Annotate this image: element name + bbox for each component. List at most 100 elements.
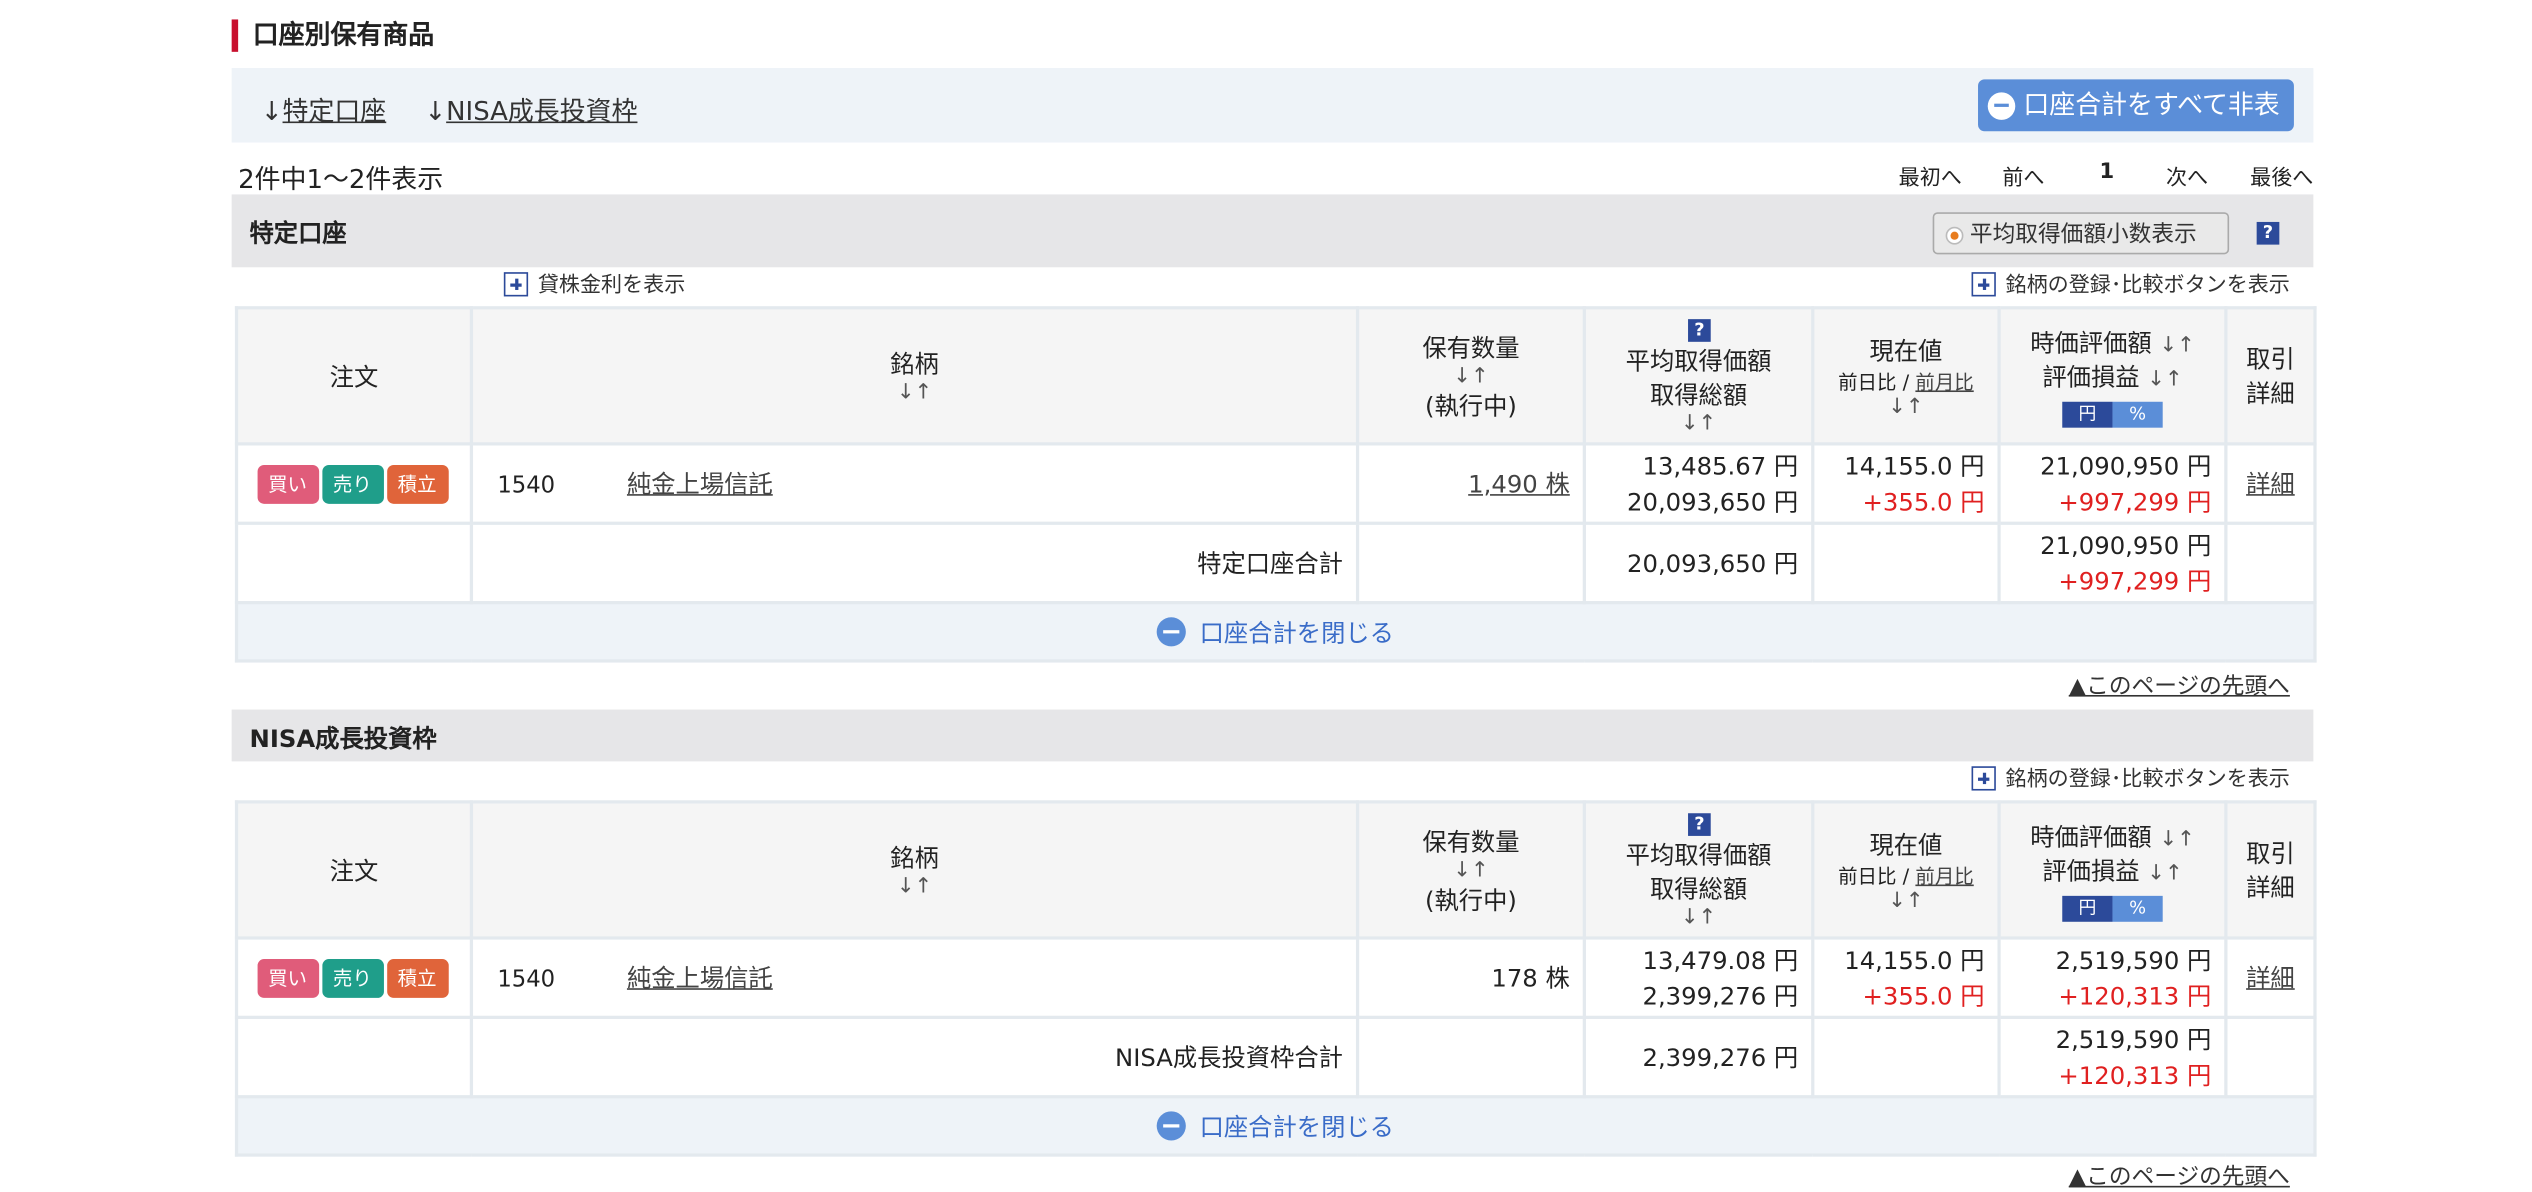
qty-cell: 178 株 [1355, 936, 1586, 1019]
detail-link[interactable]: 詳細 [2246, 964, 2295, 993]
nav-link-tokutei[interactable]: ↓特定口座 [261, 89, 386, 128]
nav-link-nisa-label[interactable]: NISA成長投資枠 [446, 96, 637, 127]
show-compare-buttons-label: 銘柄の登録･比較ボタンを表示 [2005, 273, 2290, 299]
close-total-row: 口座合計を閉じる [234, 601, 2317, 663]
pager-next[interactable]: 次へ [2166, 160, 2208, 191]
avg-price-decimal-label: 平均取得価額小数表示 [1969, 221, 2197, 248]
yen-pct-toggle[interactable]: 円% [2062, 890, 2163, 921]
account-title: 特定口座 [249, 218, 347, 248]
page-top-link[interactable]: ▲このページの先頭へ [2069, 1160, 2290, 1192]
account-header-nisa: NISA成長投資枠 [231, 709, 2314, 762]
result-count: 2件中1～2件表示 [238, 163, 444, 195]
avg-price-decimal-toggle[interactable]: 平均取得価額小数表示 [1932, 212, 2230, 255]
pager-first[interactable]: 最初へ [1899, 160, 1962, 191]
stock-name-link[interactable]: 純金上場信託 [627, 470, 773, 499]
radio-icon [1945, 226, 1964, 245]
show-compare-buttons-link[interactable]: 銘柄の登録･比較ボタンを表示 [1971, 272, 2290, 300]
close-total-row: 口座合計を閉じる [234, 1095, 2317, 1157]
help-icon[interactable]: ? [2256, 221, 2280, 245]
pager-prev[interactable]: 前へ [2002, 160, 2044, 191]
col-header-qty[interactable]: 保有数量 ↓↑ (執行中) [1355, 306, 1586, 446]
table-row: 買い 売り 積立 1540 純金上場信託 178 株 13,479.08 円 2,399… [234, 936, 2317, 1019]
qty-link[interactable]: 1,490 株 [1468, 469, 1570, 498]
account-total-label: NISA成長投資枠合計 [469, 1015, 1360, 1099]
sell-button[interactable]: 売り [321, 958, 384, 998]
plus-icon [503, 272, 529, 297]
order-buttons: 買い 売り 積立 [234, 936, 474, 1019]
sort-icon[interactable]: ↓↑ [2159, 827, 2194, 851]
sort-icon[interactable]: ↓↑ [1359, 364, 1583, 388]
plus-icon [1971, 766, 1996, 791]
day-change: +355.0 円 [1862, 486, 1985, 516]
col-header-market-value[interactable]: 時価評価額 ↓↑ 評価損益 ↓↑ 円% [1997, 800, 2228, 940]
sort-icon[interactable]: ↓↑ [2147, 861, 2182, 885]
holdings-table-nisa: 注文 銘柄 ↓↑ 保有数量 ↓↑ (執行中) ? 平均取得価額 取得総額 ↓↑ 現在値 前日比… [234, 800, 2317, 1157]
table-header-row: 注文 銘柄 ↓↑ 保有数量 ↓↑ (執行中) ? 平均取得価額 取得総額 ↓↑ 現在値 前日比… [234, 306, 2317, 446]
show-compare-buttons-link[interactable]: 銘柄の登録･比較ボタンを表示 [1971, 766, 2290, 794]
minus-circle-icon [1987, 91, 2016, 120]
accumulate-button[interactable]: 積立 [386, 958, 448, 998]
account-total-row: 特定口座合計 20,093,650 円 21,090,950 円 +997,299… [234, 521, 2317, 605]
sort-icon[interactable]: ↓↑ [1359, 858, 1583, 882]
yen-toggle[interactable]: 円 [2062, 400, 2113, 427]
yen-toggle[interactable]: 円 [2062, 895, 2113, 921]
nav-link-tokutei-label[interactable]: 特定口座 [283, 96, 387, 127]
close-total-button[interactable]: 口座合計を閉じる [234, 601, 2317, 663]
yen-pct-toggle[interactable]: 円% [2062, 396, 2163, 427]
sort-icon[interactable]: ↓↑ [1586, 905, 1811, 929]
stock-name-link[interactable]: 純金上場信託 [627, 964, 773, 993]
close-total-label: 口座合計を閉じる [1199, 618, 1395, 648]
detail-cell: 詳細 [2224, 442, 2317, 525]
price-cell: 14,155.0 円 +355.0 円 [1811, 936, 2001, 1019]
detail-link[interactable]: 詳細 [2246, 470, 2295, 499]
close-total-button[interactable]: 口座合計を閉じる [234, 1095, 2317, 1157]
table-header-row: 注文 銘柄 ↓↑ 保有数量 ↓↑ (執行中) ? 平均取得価額 取得総額 ↓↑ 現在値 前日比… [234, 800, 2317, 940]
minus-circle-icon [1157, 616, 1187, 646]
show-lending-rate-link[interactable]: 貸株金利を表示 [503, 272, 686, 300]
order-buttons: 買い 売り 積立 [234, 442, 474, 525]
show-lending-rate-label: 貸株金利を表示 [537, 273, 686, 299]
sort-icon[interactable]: ↓↑ [2147, 367, 2182, 391]
table-row: 買い 売り 積立 1540 純金上場信託 1,490 株 13,485.67 円 20,… [234, 442, 2317, 525]
hide-all-totals-button[interactable]: 口座合計をすべて非表示 [1978, 79, 2294, 172]
accumulate-button[interactable]: 積立 [386, 464, 448, 504]
col-header-qty[interactable]: 保有数量 ↓↑ (執行中) [1355, 800, 1586, 940]
month-change-link[interactable]: 前月比 [1915, 864, 1973, 887]
buy-button[interactable]: 買い [256, 958, 319, 998]
help-icon[interactable]: ? [1688, 318, 1711, 342]
col-header-current-price[interactable]: 現在値 前日比 / 前月比 ↓↑ [1811, 306, 2001, 446]
month-change-link[interactable]: 前月比 [1915, 370, 1973, 393]
col-header-name[interactable]: 銘柄 ↓↑ [469, 800, 1360, 940]
sort-icon[interactable]: ↓↑ [1814, 394, 1997, 418]
col-header-detail: 取引 詳細 [2224, 800, 2317, 940]
pct-toggle[interactable]: % [2112, 895, 2163, 921]
hide-all-totals-label: 口座合計をすべて非表示 [2023, 89, 2280, 172]
current-price: 14,155.0 円 [1844, 945, 1985, 975]
section-title: 口座別保有商品 [231, 19, 434, 52]
col-header-name[interactable]: 銘柄 ↓↑ [469, 306, 1360, 446]
plus-icon [1971, 272, 1996, 297]
nav-link-nisa[interactable]: ↓NISA成長投資枠 [424, 89, 637, 128]
sort-icon[interactable]: ↓↑ [473, 875, 1356, 899]
sell-button[interactable]: 売り [321, 464, 384, 504]
account-title: NISA成長投資枠 [249, 724, 437, 754]
buy-button[interactable]: 買い [256, 464, 319, 504]
col-header-avg-price[interactable]: ? 平均取得価額 取得総額 ↓↑ [1582, 306, 1815, 446]
col-header-avg-price[interactable]: ? 平均取得価額 取得総額 ↓↑ [1582, 800, 1815, 940]
page-top-link[interactable]: ▲このページの先頭へ [2069, 669, 2290, 701]
sort-icon[interactable]: ↓↑ [1586, 411, 1811, 435]
holdings-table-tokutei: 注文 銘柄 ↓↑ 保有数量 ↓↑ (執行中) ? 平均取得価額 取得総額 ↓↑ 現在値 前日比… [234, 306, 2317, 663]
account-nav-bar: ↓特定口座 ↓NISA成長投資枠 口座合計をすべて非表示 [231, 68, 2314, 172]
pnl: +997,299 円 [2058, 486, 2212, 516]
sort-icon[interactable]: ↓↑ [473, 381, 1356, 405]
account-total-label: 特定口座合計 [469, 521, 1360, 605]
col-header-market-value[interactable]: 時価評価額 ↓↑ 評価損益 ↓↑ 円% [1997, 306, 2228, 446]
pager-last[interactable]: 最後へ [2250, 160, 2313, 191]
sort-icon[interactable]: ↓↑ [1814, 889, 1997, 913]
cost-cell: 13,479.08 円 2,399,276 円 [1582, 936, 1815, 1019]
sort-icon[interactable]: ↓↑ [2159, 333, 2194, 357]
account-total-pnl: +120,313 円 [2058, 1060, 2212, 1090]
help-icon[interactable]: ? [1688, 812, 1711, 836]
col-header-current-price[interactable]: 現在値 前日比 / 前月比 ↓↑ [1811, 800, 2001, 940]
pct-toggle[interactable]: % [2112, 400, 2163, 427]
